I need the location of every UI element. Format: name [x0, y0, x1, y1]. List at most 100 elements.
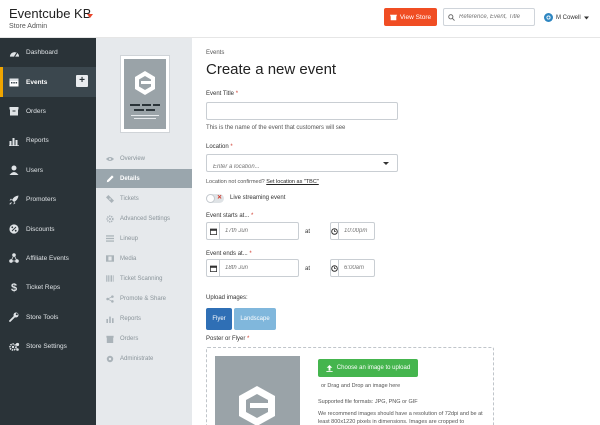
sidebar-item-affiliate-events[interactable]: Affiliate Events — [0, 244, 96, 273]
view-store-label: View Store — [400, 14, 431, 21]
subnav-item-promote-share[interactable]: Promote & Share — [96, 289, 192, 308]
chevron-down-icon[interactable] — [383, 162, 389, 165]
bar-chart-icon — [8, 135, 20, 147]
event-title-field[interactable] — [206, 102, 398, 120]
sidebar-item-events[interactable]: Events + — [0, 67, 96, 96]
ticket-icon — [106, 195, 114, 203]
ends-label: Event ends at... — [206, 251, 248, 257]
event-title-input[interactable] — [207, 107, 397, 123]
subnav-item-orders[interactable]: Orders — [96, 329, 192, 348]
sidebar-item-label: Users — [26, 167, 43, 174]
sidebar-item-discounts[interactable]: Discounts — [0, 214, 96, 243]
search-input[interactable] — [459, 14, 533, 20]
sidebar-item-reports[interactable]: Reports — [0, 126, 96, 155]
subnav-item-label: Orders — [120, 336, 138, 342]
admin-icon — [106, 355, 114, 363]
sidebar-item-label: Orders — [26, 108, 46, 115]
image-drop-zone[interactable]: Choose an image to upload or Drag and Dr… — [206, 347, 494, 425]
end-date-field[interactable] — [206, 259, 299, 277]
required-mark: * — [251, 213, 253, 219]
chevron-down-icon — [584, 16, 589, 20]
location-input[interactable] — [207, 159, 397, 175]
subnav-item-administrate[interactable]: Administrate — [96, 349, 192, 368]
subnav-item-label: Tickets — [120, 196, 139, 202]
event-title-hint: This is the name of the event that custo… — [206, 125, 345, 131]
breadcrumb: Events — [206, 50, 224, 56]
network-icon — [8, 252, 20, 264]
event-image-thumbnail — [120, 55, 170, 133]
starts-label: Event starts at... — [206, 213, 249, 219]
sidebar-item-store-settings[interactable]: Store Settings — [0, 332, 96, 361]
subnav-item-label: Administrate — [120, 356, 153, 362]
subnav-item-details[interactable]: Details — [96, 169, 192, 188]
cog-icon — [106, 215, 114, 223]
toggle-off-icon: ✕ — [217, 194, 222, 203]
sidebar-item-promoters[interactable]: Promoters — [0, 185, 96, 214]
add-event-button[interactable]: + — [76, 75, 88, 87]
end-time-input[interactable] — [339, 260, 389, 276]
sidebar-item-store-tools[interactable]: Store Tools — [0, 303, 96, 332]
event-title-label: Event Title — [206, 91, 234, 97]
start-time-input[interactable] — [339, 223, 389, 239]
subnav-item-overview[interactable]: Overview — [96, 149, 192, 168]
subnav-item-advanced-settings[interactable]: Advanced Settings — [96, 209, 192, 228]
sidebar-item-label: Store Tools — [26, 314, 58, 321]
set-location-tbc-link[interactable]: Set location as "TBC" — [266, 179, 319, 185]
sidebar-item-users[interactable]: Users — [0, 156, 96, 185]
sidebar-item-dashboard[interactable]: Dashboard — [0, 38, 96, 67]
rocket-icon — [8, 194, 20, 206]
gears-icon — [8, 341, 20, 353]
discount-icon — [8, 223, 20, 235]
subnav-item-label: Ticket Scanning — [120, 276, 162, 282]
start-date-field[interactable] — [206, 222, 299, 240]
user-menu[interactable]: M Cowell — [544, 13, 589, 22]
eye-icon — [106, 155, 114, 163]
location-hint-row: Location not confirmed? Set location as … — [206, 179, 319, 185]
landscape-tab-button[interactable]: Landscape — [234, 308, 276, 330]
live-streaming-toggle[interactable]: ✕ — [206, 194, 224, 203]
search-box[interactable] — [443, 8, 535, 26]
start-time-field[interactable] — [330, 222, 375, 240]
choose-image-button[interactable]: Choose an image to upload — [318, 359, 418, 377]
pencil-icon — [106, 175, 114, 183]
store-icon — [390, 14, 397, 21]
sidebar-item-orders[interactable]: Orders — [0, 97, 96, 126]
view-store-button[interactable]: View Store — [384, 8, 437, 26]
subnav-item-tickets[interactable]: Tickets — [96, 189, 192, 208]
location-select[interactable] — [206, 154, 398, 172]
dollar-icon: $ — [8, 282, 20, 294]
flyer-tab-button[interactable]: Flyer — [206, 308, 232, 330]
required-mark: * — [249, 251, 251, 257]
end-date-input[interactable] — [220, 260, 298, 276]
eventcube-logo-icon — [124, 59, 166, 129]
dashboard-icon — [8, 47, 20, 59]
subnav-item-media[interactable]: Media — [96, 249, 192, 268]
store-role: Store Admin — [9, 23, 91, 30]
store-caret-icon[interactable] — [87, 14, 93, 18]
main-sidebar: Dashboard Events + Orders Reports Users … — [0, 38, 96, 425]
poster-placeholder-image — [215, 356, 300, 425]
wrench-icon — [8, 311, 20, 323]
required-mark: * — [236, 91, 238, 97]
location-hint: Location not confirmed? — [206, 179, 265, 185]
user-name: M Cowell — [556, 15, 581, 21]
subnav-item-reports[interactable]: Reports — [96, 309, 192, 328]
start-date-input[interactable] — [220, 223, 298, 239]
subnav-item-ticket-scanning[interactable]: Ticket Scanning — [96, 269, 192, 288]
list-icon — [106, 235, 114, 243]
required-mark: * — [247, 336, 249, 342]
ends-label-row: Event ends at... * — [206, 251, 252, 257]
subnav-item-lineup[interactable]: Lineup — [96, 229, 192, 248]
calendar-icon — [8, 76, 20, 88]
sidebar-item-label: Ticket Reps — [26, 284, 60, 291]
top-header: Eventcube KB Store Admin View Store M Co… — [0, 0, 600, 38]
end-time-field[interactable] — [330, 259, 375, 277]
calendar-icon — [207, 260, 220, 276]
store-switcher[interactable]: Eventcube KB Store Admin — [9, 6, 91, 30]
eventcube-logo-icon — [215, 356, 300, 425]
sidebar-item-ticket-reps[interactable]: $ Ticket Reps — [0, 273, 96, 302]
sidebar-item-label: Reports — [26, 137, 49, 144]
store-name: Eventcube KB — [9, 6, 91, 21]
sidebar-item-label: Events — [26, 79, 47, 86]
subnav-item-label: Lineup — [120, 236, 138, 242]
